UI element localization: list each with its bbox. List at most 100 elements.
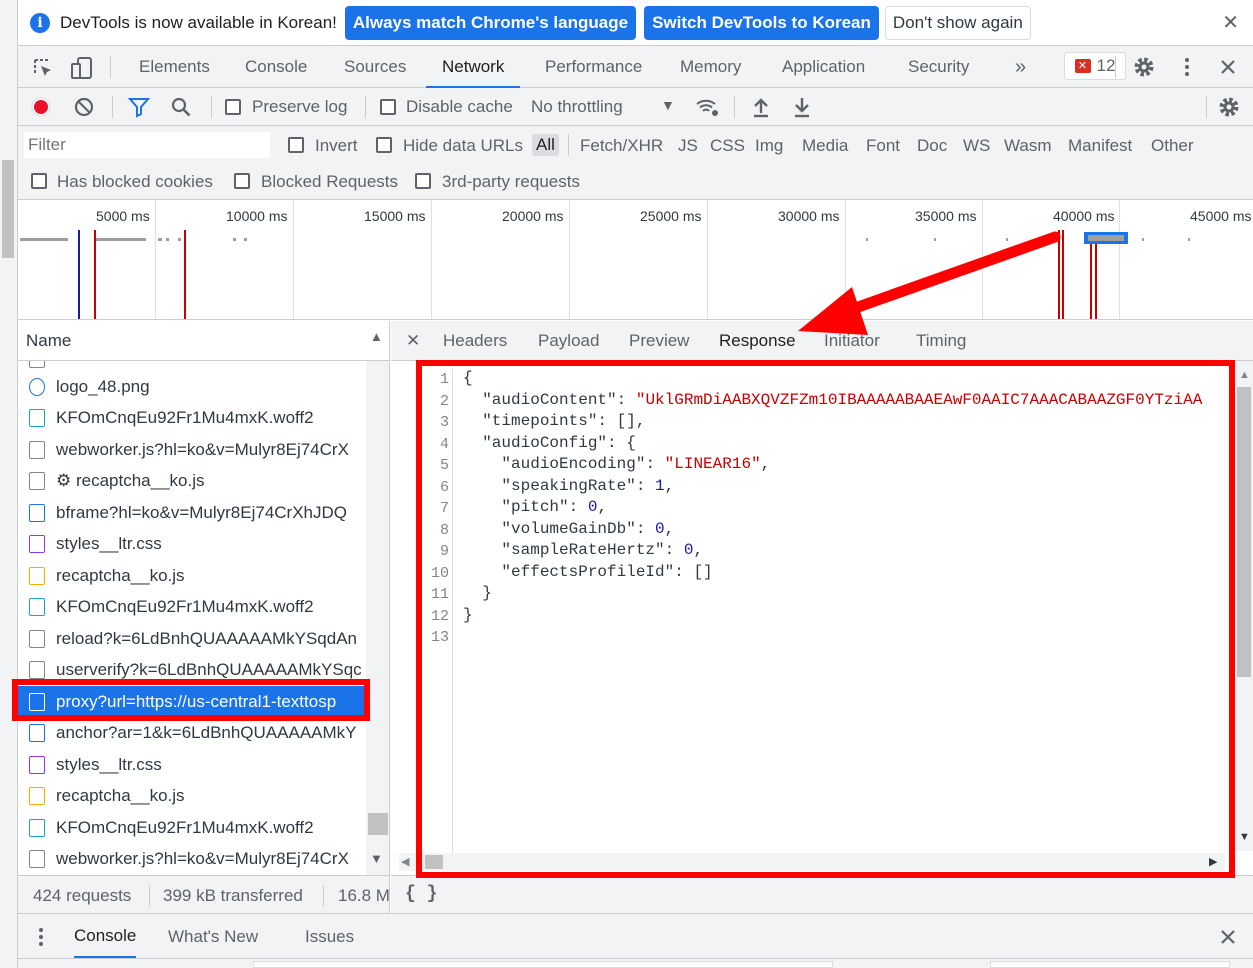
filter-type-fetch-xhr[interactable]: Fetch/XHR xyxy=(580,136,663,156)
search-icon[interactable] xyxy=(170,96,192,118)
tab-preview[interactable]: Preview xyxy=(629,331,689,351)
language-infobar: i DevTools is now available in Korean! A… xyxy=(18,0,1253,46)
left-scrollbar-thumb[interactable] xyxy=(2,160,14,258)
third-party-checkbox[interactable] xyxy=(415,173,431,189)
settings-gear-icon[interactable] xyxy=(1132,55,1156,79)
drawer-tab-issues[interactable]: Issues xyxy=(305,927,354,947)
sort-ascending-icon[interactable]: ▲ xyxy=(370,329,383,344)
line-number: 3 xyxy=(439,414,449,431)
filter-type-media[interactable]: Media xyxy=(802,136,848,156)
filter-type-css[interactable]: CSS xyxy=(710,136,745,156)
drawer-tab-whats-new[interactable]: What's New xyxy=(168,927,258,947)
request-list-header[interactable]: Name ▲ xyxy=(18,321,390,361)
always-match-language-button[interactable]: Always match Chrome's language xyxy=(344,5,637,40)
request-row[interactable]: styles__ltr.css xyxy=(18,529,366,560)
tab-console[interactable]: Console xyxy=(245,46,307,88)
line-number: 7 xyxy=(439,500,449,517)
throttling-select[interactable]: No throttling xyxy=(531,97,623,117)
response-hscrollbar[interactable]: ◀ ▶ xyxy=(399,853,1225,871)
request-row[interactable]: styles__ltr.css xyxy=(18,749,366,780)
request-row[interactable]: KFOmCnqEu92Fr1Mu4mxK.woff2 xyxy=(18,403,366,434)
transferred-size: 399 kB transferred xyxy=(163,886,303,905)
disable-cache-checkbox[interactable] xyxy=(380,99,396,115)
close-drawer-icon[interactable] xyxy=(1219,928,1237,946)
hide-data-urls-checkbox[interactable] xyxy=(376,137,392,153)
response-hscroll-thumb[interactable] xyxy=(425,855,443,869)
selected-request-row[interactable]: proxy?url=https://us-central1-texttosp xyxy=(18,686,366,717)
filter-type-ws[interactable]: WS xyxy=(963,136,990,156)
error-count-badge[interactable]: ✕ 12 xyxy=(1064,52,1126,80)
name-column-header[interactable]: Name xyxy=(26,331,71,351)
infobar-close-icon[interactable]: ✕ xyxy=(1222,10,1239,35)
pretty-print-icon[interactable]: { } xyxy=(405,884,437,904)
filter-type-js[interactable]: JS xyxy=(678,136,698,156)
tab-application[interactable]: Application xyxy=(782,46,865,88)
response-vscrollbar[interactable]: ▲ ▼ xyxy=(1235,361,1253,851)
request-row[interactable]: anchor?ar=1&k=6LdBnhQUAAAAAMkY xyxy=(18,718,366,749)
filter-type-img[interactable]: Img xyxy=(755,136,783,156)
invert-checkbox[interactable] xyxy=(288,137,304,153)
request-row[interactable]: reload?k=6LdBnhQUAAAAAMkYSqdAn xyxy=(18,623,366,654)
clear-icon[interactable] xyxy=(73,96,95,118)
close-detail-icon[interactable]: ✕ xyxy=(406,331,420,351)
request-list-scrollbar[interactable]: ▼ xyxy=(366,361,390,875)
blocked-requests-checkbox[interactable] xyxy=(234,173,250,189)
device-toolbar-icon[interactable] xyxy=(70,56,94,80)
request-row[interactable]: logo_48.png xyxy=(18,371,366,402)
request-row[interactable]: bframe?hl=ko&v=Mulyr8Ej74CrXhJDQ xyxy=(18,497,366,528)
more-tabs-icon[interactable]: » xyxy=(1015,46,1026,88)
scroll-left-icon[interactable]: ◀ xyxy=(401,855,409,868)
filter-icon[interactable] xyxy=(128,96,150,118)
tab-headers[interactable]: Headers xyxy=(443,331,507,351)
request-row[interactable]: KFOmCnqEu92Fr1Mu4mxK.woff2 xyxy=(18,812,366,843)
export-har-icon[interactable] xyxy=(792,95,812,119)
record-icon[interactable] xyxy=(30,96,52,118)
filter-type-doc[interactable]: Doc xyxy=(917,136,947,156)
tab-response[interactable]: Response xyxy=(719,331,796,351)
scroll-right-icon[interactable]: ▶ xyxy=(1209,855,1217,868)
inspect-element-icon[interactable] xyxy=(32,57,54,79)
tab-performance[interactable]: Performance xyxy=(545,46,642,88)
tab-payload[interactable]: Payload xyxy=(538,331,599,351)
dont-show-again-button[interactable]: Don't show again xyxy=(884,5,1031,40)
close-devtools-icon[interactable] xyxy=(1219,58,1237,76)
scroll-up-icon[interactable]: ▲ xyxy=(1239,369,1250,381)
filter-input[interactable] xyxy=(24,132,270,158)
request-list-scroll-thumb[interactable] xyxy=(368,813,388,835)
filter-type-all[interactable]: All xyxy=(532,134,559,156)
scroll-down-icon[interactable]: ▼ xyxy=(1239,831,1250,843)
has-blocked-cookies-checkbox[interactable] xyxy=(31,173,47,189)
network-conditions-icon[interactable] xyxy=(694,95,720,119)
throttling-dropdown-icon[interactable]: ▼ xyxy=(661,97,675,113)
tab-memory[interactable]: Memory xyxy=(680,46,741,88)
left-scrollbar[interactable] xyxy=(0,0,18,968)
response-viewer[interactable]: 1 2 3 4 5 6 7 8 9 10 11 12 13 { "audioContent": "Ukl… xyxy=(391,361,1253,875)
import-har-icon[interactable] xyxy=(751,95,771,119)
tab-sources[interactable]: Sources xyxy=(344,46,406,88)
response-vscroll-thumb[interactable] xyxy=(1237,387,1251,677)
tab-security[interactable]: Security xyxy=(908,46,969,88)
drawer-tab-console[interactable]: Console xyxy=(74,914,137,958)
filter-type-font[interactable]: Font xyxy=(866,136,900,156)
hide-data-urls-label: Hide data URLs xyxy=(403,136,524,155)
filter-type-other[interactable]: Other xyxy=(1151,136,1194,156)
preserve-log-checkbox[interactable] xyxy=(225,99,241,115)
filter-type-wasm[interactable]: Wasm xyxy=(1004,136,1052,156)
network-settings-gear-icon[interactable] xyxy=(1217,95,1241,119)
request-row[interactable]: recaptcha__ko.js xyxy=(18,560,366,591)
drawer-menu-icon[interactable] xyxy=(36,926,46,948)
tab-network[interactable]: Network xyxy=(426,46,521,88)
switch-to-korean-button[interactable]: Switch DevTools to Korean xyxy=(644,5,879,40)
request-row[interactable]: recaptcha__ko.js xyxy=(18,781,366,812)
more-options-icon[interactable] xyxy=(1180,55,1194,79)
request-row[interactable]: webworker.js?hl=ko&v=Mulyr8Ej74CrX xyxy=(18,434,366,465)
request-row[interactable]: KFOmCnqEu92Fr1Mu4mxK.woff2 xyxy=(18,592,366,623)
tab-elements[interactable]: Elements xyxy=(139,46,210,88)
filter-type-manifest[interactable]: Manifest xyxy=(1068,136,1132,156)
doc-file-icon xyxy=(29,472,45,490)
request-list: logo_48.png KFOmCnqEu92Fr1Mu4mxK.woff2 web… xyxy=(18,361,366,875)
request-row[interactable]: userverify?k=6LdBnhQUAAAAAMkYSqc xyxy=(18,655,366,686)
scroll-down-icon[interactable]: ▼ xyxy=(370,851,383,866)
request-row[interactable]: webworker.js?hl=ko&v=Mulyr8Ej74CrX xyxy=(18,844,366,875)
request-row[interactable]: ⚙ recaptcha__ko.js xyxy=(18,466,366,497)
